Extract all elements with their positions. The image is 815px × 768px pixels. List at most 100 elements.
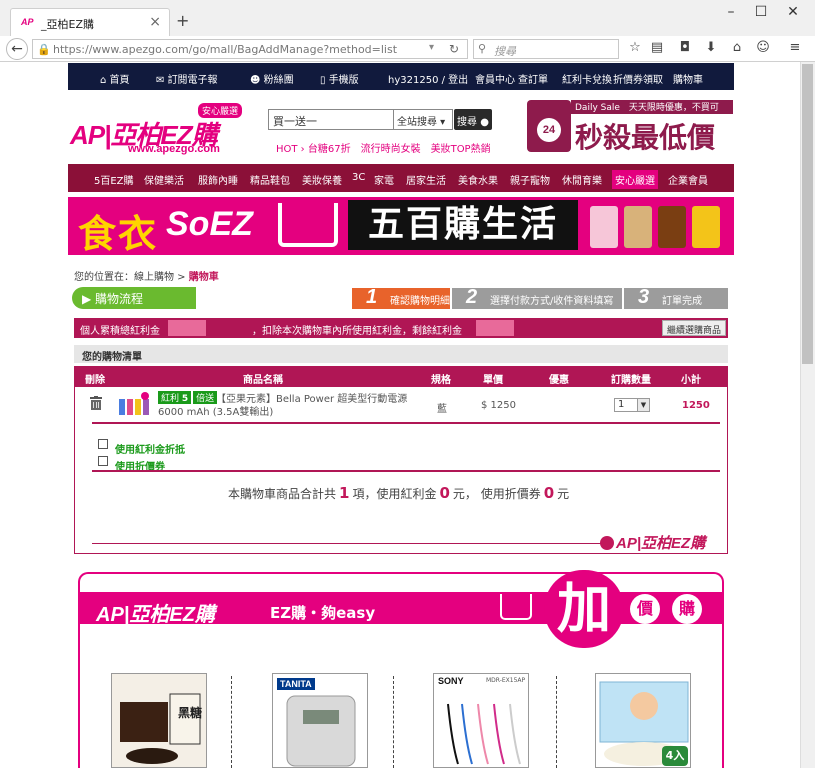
cart-table-header: 刪除 商品名稱 規格 單價 優惠 訂購數量 小計 (75, 367, 727, 387)
product-subtotal: 1250 (682, 400, 710, 411)
window-close-icon[interactable]: ✕ (778, 4, 808, 20)
addon-title: EZ購・夠easy (270, 604, 376, 622)
site-url-text: www.apezgo.com (128, 143, 220, 155)
addon-item-label: 黑糖 (178, 706, 203, 720)
flow-step-3: 3 訂單完成 (624, 286, 728, 309)
url-dropdown-icon[interactable]: ▾ (429, 42, 434, 53)
home-icon[interactable]: ⌂ (726, 40, 748, 55)
category-item[interactable]: 居家生活 (406, 172, 446, 187)
search-placeholder: 搜尋 (494, 45, 516, 58)
flow-step-2: 2 選擇付款方式/收件資料填寫 (452, 286, 622, 309)
bonus-bar: 個人累積總紅利金 ，扣除本次購物車內所使用紅利金，剩餘紅利金 (74, 318, 728, 338)
category-item[interactable]: 美食水果 (458, 172, 498, 187)
addon-item[interactable]: SONY MDR-EX15AP (433, 673, 529, 768)
addon-item[interactable]: 4入 (595, 673, 691, 768)
category-item[interactable]: 精品鞋包 (250, 172, 290, 187)
promo-banner[interactable]: 食衣 SoEZ 五百購生活 (68, 197, 734, 255)
url-text: https://www.apezgo.com/go/mall/BagAddMan… (53, 43, 398, 56)
topnav-user[interactable]: hy321250 / 登出 (388, 71, 468, 86)
category-bar: 5百EZ購 保健樂活 服飾內睡 精品鞋包 美妝保養 3C 家電 居家生活 美食水… (68, 164, 734, 192)
address-bar[interactable]: 🔒 https://www.apezgo.com/go/mall/BagAddM… (32, 39, 468, 59)
hot-links[interactable]: HOT › 台糖67折 流行時尚女裝 美妝TOP熱銷 (276, 140, 491, 155)
tab-title: _亞柏EZ購 (41, 18, 94, 31)
clock-icon: 24 (527, 100, 571, 152)
category-item[interactable]: 3C (352, 172, 365, 183)
product-price: $ 1250 (481, 400, 516, 411)
addon-item-label: MDR-EX15AP (486, 677, 526, 684)
divider (92, 470, 720, 472)
new-tab-icon[interactable]: + (176, 11, 189, 30)
reading-list-icon[interactable]: ▤ (646, 40, 668, 55)
topnav-bonus-card[interactable]: 紅利卡兌換 (562, 71, 612, 86)
category-item[interactable]: 美妝保養 (302, 172, 342, 187)
topnav-home[interactable]: ⌂ 首頁 (100, 71, 130, 86)
maximize-icon[interactable]: ☐ (746, 4, 776, 20)
magnifier-icon: ● (480, 117, 489, 128)
total-bonus-value (168, 320, 206, 336)
cart-list-title: 您的購物清單 (74, 345, 728, 363)
cart-summary: 本購物車商品合計共 1 項，使用紅利金 0 元， 使用折價券 0 元 (228, 484, 570, 502)
category-item[interactable]: 家電 (374, 172, 394, 187)
site-logo[interactable]: AP|亞柏EZ購 www.apezgo.com (70, 115, 220, 155)
product-name[interactable]: 【亞果元素】Bella Power 超美型行動電源 6000 mAh (3.5A… (158, 393, 418, 419)
use-bonus-checkbox[interactable] (98, 439, 108, 449)
category-item[interactable]: 服飾內睡 (198, 172, 238, 187)
addon-big-char: 加 (544, 570, 624, 648)
logo-badge: 安心嚴選 (198, 103, 243, 118)
addon-separator (393, 676, 394, 768)
browser-tab[interactable]: AP _亞柏EZ購 × (10, 8, 170, 36)
divider (92, 422, 720, 424)
banner-products (584, 202, 730, 250)
breadcrumb: 您的位置在：線上購物 > 購物車 (74, 272, 219, 283)
trash-icon[interactable] (90, 396, 102, 410)
topnav-orders[interactable]: 查訂單 (518, 71, 548, 86)
addon-item[interactable]: TANITA (272, 673, 368, 768)
daily-sale-strip: Daily Sale 天天限時優惠，不買可惜！ (571, 100, 733, 126)
continue-shopping-button[interactable]: 繼續選購商品 (662, 320, 726, 336)
minimize-icon[interactable]: – (716, 4, 746, 20)
pocket-icon[interactable]: ◘ (674, 40, 696, 55)
chevron-down-icon: ▼ (637, 399, 649, 411)
topnav-member[interactable]: 會員中心 (475, 71, 515, 86)
topnav-mobile[interactable]: ▯ 手機版 (320, 71, 359, 86)
download-icon[interactable]: ⬇ (700, 40, 722, 55)
logo-mark-icon (600, 536, 614, 550)
topnav-coupon[interactable]: 折價券領取 (613, 71, 663, 86)
account-icon[interactable]: ☺ (752, 40, 774, 55)
menu-icon[interactable]: ≡ (784, 40, 806, 55)
cart-footer-logo: AP|亞柏EZ購 (600, 532, 705, 553)
category-item[interactable]: 企業會員 (668, 172, 708, 187)
back-arrow-icon[interactable]: ← (6, 38, 28, 60)
use-bonus-label[interactable]: 使用紅利金折抵 (115, 441, 185, 456)
site-search-input[interactable]: 買一送一 (268, 109, 394, 130)
category-item-active[interactable]: 安心嚴選 (612, 170, 658, 189)
topnav-fanpage[interactable]: ☻ 粉絲團 (250, 71, 294, 86)
close-tab-icon[interactable]: × (149, 14, 161, 30)
remaining-bonus-value (476, 320, 514, 336)
site-top-nav: ⌂ 首頁 ✉ 訂閱電子報 ☻ 粉絲團 ▯ 手機版 hy321250 / 登出 會… (68, 63, 734, 90)
site-search-button[interactable]: 搜尋 ● (454, 109, 492, 130)
lock-icon: 🔒 (37, 43, 51, 56)
category-item[interactable]: 保健樂活 (144, 172, 184, 187)
product-thumbnail[interactable] (118, 391, 152, 417)
scrollbar-thumb[interactable] (802, 64, 813, 364)
flow-badge: ▶ 購物流程 (72, 287, 196, 309)
flash-sale-promo[interactable]: 24 Daily Sale 天天限時優惠，不買可惜！ 秒殺最低價 (521, 98, 734, 156)
addon-item-label: 4入 (662, 746, 688, 766)
reload-icon[interactable]: ↻ (449, 42, 459, 56)
category-item[interactable]: 5百EZ購 (94, 172, 134, 187)
addon-item[interactable]: 黑糖 (111, 673, 207, 768)
browser-search-input[interactable]: ⚲ 搜尋 (473, 39, 619, 59)
promo-title: 秒殺最低價 (575, 121, 716, 154)
addon-item-brand: TANITA (277, 678, 315, 690)
search-icon: ⚲ (478, 42, 487, 55)
addon-item-brand: SONY (438, 676, 464, 686)
category-item[interactable]: 休閒育樂 (562, 172, 602, 187)
topnav-cart[interactable]: 購物車 (673, 71, 703, 86)
bookmark-star-icon[interactable]: ☆ (624, 40, 646, 55)
use-coupon-checkbox[interactable] (98, 456, 108, 466)
search-scope-select[interactable]: 全站搜尋 ▾ (393, 109, 453, 130)
quantity-select[interactable]: 1 ▼ (614, 398, 650, 412)
category-item[interactable]: 親子寵物 (510, 172, 550, 187)
topnav-newsletter[interactable]: ✉ 訂閱電子報 (156, 71, 218, 86)
